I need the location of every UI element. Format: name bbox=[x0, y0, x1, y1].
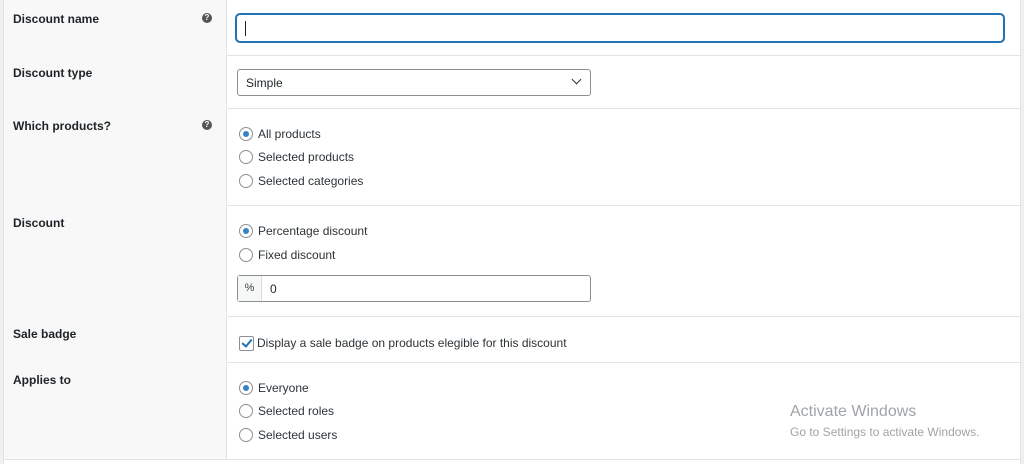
discount-amount-value: 0 bbox=[270, 282, 277, 296]
discount-name-row: Discount name ? bbox=[4, 0, 1020, 56]
discount-name-input[interactable] bbox=[236, 14, 1004, 42]
sale-badge-label: Sale badge bbox=[13, 327, 77, 341]
radio-label: All products bbox=[258, 127, 321, 141]
radio-button[interactable] bbox=[239, 381, 253, 395]
radio-button[interactable] bbox=[239, 150, 253, 164]
percent-addon: % bbox=[238, 276, 262, 301]
radio-button[interactable] bbox=[239, 224, 253, 238]
radio-label: Selected products bbox=[258, 150, 355, 164]
radio-button[interactable] bbox=[239, 174, 253, 188]
discount-form: Discount name ? Discount type Simple Whi… bbox=[3, 0, 1021, 464]
text-cursor bbox=[245, 21, 246, 36]
discount-type-label: Discount type bbox=[13, 66, 93, 80]
radio-label: Selected roles bbox=[258, 404, 335, 418]
help-icon[interactable]: ? bbox=[202, 120, 212, 130]
help-icon[interactable]: ? bbox=[202, 13, 212, 23]
discount-label: Discount bbox=[13, 216, 65, 230]
activate-windows-watermark: Activate Windows Go to Settings to activ… bbox=[790, 403, 979, 439]
radio-button[interactable] bbox=[239, 248, 253, 262]
discount-row: Discount Percentage discount Fixed disco… bbox=[4, 205, 1020, 317]
watermark-subtitle: Go to Settings to activate Windows. bbox=[790, 425, 980, 439]
radio-button[interactable] bbox=[239, 404, 253, 418]
discount-type-select[interactable]: Simple bbox=[237, 69, 591, 96]
which-products-row: Which products? ? All products Selected … bbox=[4, 108, 1020, 206]
radio-label: Selected categories bbox=[258, 174, 364, 188]
sale-badge-checkbox-label[interactable]: Display a sale badge on products elegibl… bbox=[257, 336, 567, 350]
applies-to-label: Applies to bbox=[13, 373, 72, 387]
radio-button[interactable] bbox=[239, 127, 253, 141]
radio-button[interactable] bbox=[239, 428, 253, 442]
watermark-title: Activate Windows bbox=[790, 403, 917, 420]
discount-type-value: Simple bbox=[246, 76, 283, 90]
discount-name-label: Discount name bbox=[13, 12, 100, 26]
sale-badge-row: Sale badge Display a sale badge on produ… bbox=[4, 316, 1020, 363]
discount-amount-input[interactable]: % 0 bbox=[237, 275, 591, 302]
radio-label: Everyone bbox=[258, 381, 309, 395]
radio-label: Percentage discount bbox=[258, 224, 368, 238]
chevron-down-icon bbox=[571, 74, 582, 85]
radio-label: Selected users bbox=[258, 428, 338, 442]
radio-label: Fixed discount bbox=[258, 248, 336, 262]
discount-type-row: Discount type Simple bbox=[4, 55, 1020, 109]
sale-badge-checkbox[interactable] bbox=[239, 336, 254, 351]
which-products-label: Which products? bbox=[13, 119, 111, 133]
